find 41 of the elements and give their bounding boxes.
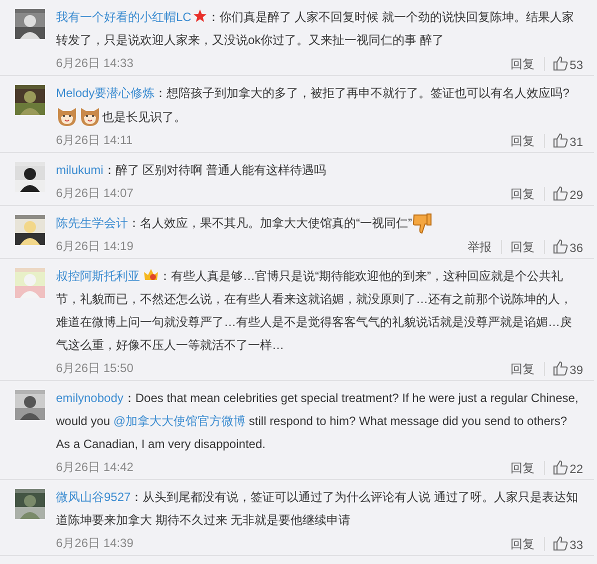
dog-emoticon-icon (56, 105, 78, 127)
like-count: 36 (570, 240, 583, 254)
comment-text: 我有一个好看的小红帽LC ：你们真是醉了 人家不回复时候 就一个劲的说快回复陈坤。结果人家转发了，只是说欢迎人家来，又没说ok你过了。又来扯一视同仁的事 醉了 (56, 8, 576, 49)
comment-time: 6月26日 14:11 (56, 132, 134, 149)
like-count: 31 (570, 134, 583, 148)
comment-time: 6月26日 14:19 (56, 238, 134, 255)
like-count: 33 (570, 538, 583, 552)
comment-time: 6月26日 14:07 (56, 185, 134, 202)
dog-emoticon-icon (79, 105, 101, 127)
comment-text: 微风山谷9527：从头到尾都没有说，签证可以通过了为什么评论有人说 通过了呀。人家只是表达知道陈坤要来加拿大 期待不久过来 无非就是要他继续申请 (56, 489, 580, 529)
comment-text: Melody要潜心修炼：想陪孩子到加拿大的多了，被拒了再申不就行了。签证也可以有名人效应吗? 也是长见识了。 (56, 82, 583, 129)
comment-time: 6月26日 14:39 (56, 535, 134, 552)
like-icon[interactable] (552, 460, 568, 474)
action-link[interactable]: 回复 (502, 240, 545, 254)
action-link[interactable]: 回复 (502, 134, 545, 148)
comment-time: 6月26日 15:50 (56, 360, 134, 377)
action-link[interactable]: 举报 (458, 240, 502, 254)
like-count: 53 (570, 58, 583, 72)
like-icon[interactable] (552, 132, 568, 148)
like-count: 39 (570, 362, 583, 376)
like-icon[interactable] (552, 360, 568, 376)
star-icon (193, 9, 208, 23)
like-icon[interactable] (552, 536, 568, 550)
comment-text: 陈先生学会计：名人效应，果不其凡。加拿大大使馆真的“一视同仁” (56, 212, 583, 235)
like-icon[interactable] (552, 238, 568, 254)
comment-text: emilynobody：Does that mean celebrities get special treatment? If he were just a regular Chinese, would you @加拿大大使馆官方微博 still respond to him? What message did you send to others? As a Canadian, I am very disappointed. (56, 390, 580, 453)
like-count: 29 (570, 188, 583, 202)
comment-time: 6月26日 14:42 (56, 459, 134, 476)
action-link[interactable]: 回复 (502, 56, 545, 70)
thumbs-down-icon (412, 213, 432, 235)
action-link[interactable]: 回复 (502, 460, 545, 474)
comment-time: 6月26日 14:33 (56, 55, 134, 72)
action-link[interactable]: 回复 (502, 536, 545, 550)
comment-text: 叔控阿斯托利亚 ：有些人真是够…官博只是说“期待能欢迎他的到来”，这种回应就是个公共礼节，礼貌而已，不然还怎么说，在有些人看来这就谄媚，就没原则了…还有之前那个说陈坤的人，难道在微博上问一句就没尊严了…有些人是不是觉得客客气气的礼貌说话就是没尊严就是谄媚…戾气这么重，好像不压人一等就活不了一样… (56, 267, 573, 354)
action-link[interactable]: 回复 (502, 362, 545, 376)
like-count: 22 (570, 462, 583, 476)
comment-text: milukumi：醉了 区别对待啊 普通人能有这样待遇吗 (56, 162, 328, 179)
crown-icon (143, 268, 159, 282)
like-icon[interactable] (552, 56, 568, 70)
like-icon[interactable] (552, 186, 568, 200)
action-link[interactable]: 回复 (502, 186, 545, 200)
